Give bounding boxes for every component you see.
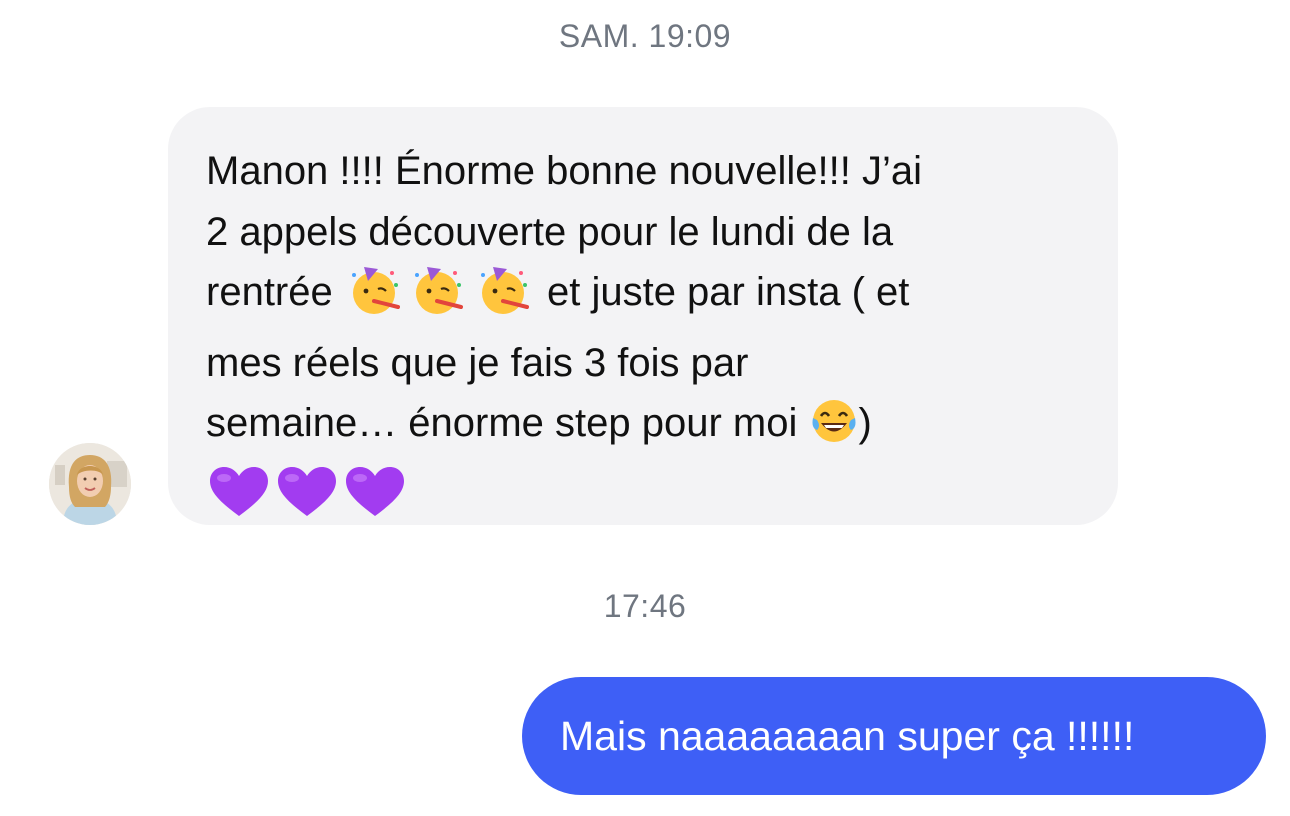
timestamp-time: 17:46: [603, 588, 687, 624]
purple-heart-icon: [342, 464, 408, 538]
message-text: semaine… énorme step pour moi: [206, 401, 809, 445]
purple-heart-icon: [272, 464, 342, 538]
avatar[interactable]: [49, 443, 131, 525]
purple-heart-icon: [206, 464, 272, 538]
message-line: Manon !!!! Énorme bonne nouvelle!!! J’ai: [206, 149, 922, 193]
message-line: semaine… énorme step pour moi ): [206, 393, 1088, 464]
outgoing-message-bubble[interactable]: Mais naaaaaaaan super ça !!!!!!: [522, 677, 1266, 795]
message-text: ): [858, 401, 872, 445]
timestamp-saturday: SAM. 19:09: [558, 18, 732, 54]
message-line: mes réels que je fais 3 fois par: [206, 340, 749, 385]
message-text: rentrée: [206, 270, 344, 314]
incoming-message-bubble[interactable]: Manon !!!! Énorme bonne nouvelle!!! J’ai…: [168, 107, 1118, 525]
message-text: et juste par insta ( et: [535, 270, 910, 314]
partying-face-icon: [344, 263, 404, 333]
message-line: rentrée et juste par insta (et: [206, 262, 1088, 333]
tears-of-joy-icon: [809, 396, 859, 464]
partying-face-icon: [470, 263, 536, 333]
message-line: 2 appels découverte pour le lundi de la: [206, 209, 894, 254]
message-line: [206, 464, 1088, 538]
partying-face-icon: [404, 263, 470, 333]
